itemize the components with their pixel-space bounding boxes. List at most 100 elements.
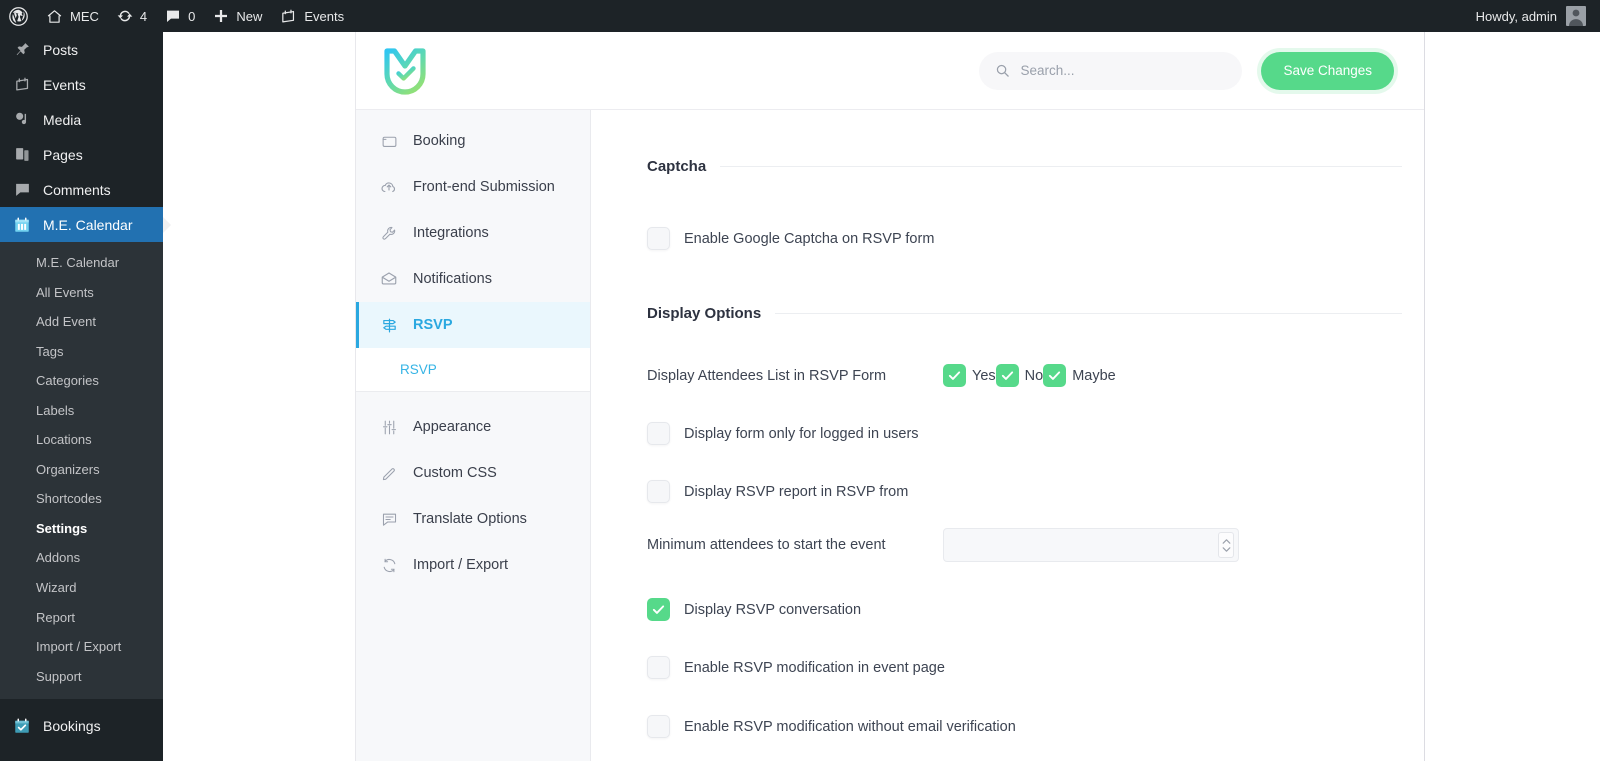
row-rsvp-modification-no-email: Enable RSVP modification without email v… <box>647 715 1402 738</box>
pages-icon <box>12 146 32 163</box>
sliders-icon <box>380 419 398 436</box>
nav-label: Booking <box>413 133 466 149</box>
events-label: Events <box>304 8 345 24</box>
comment-bubble-icon <box>165 8 181 24</box>
display-attendees-list-label: Display Attendees List in RSVP Form <box>647 367 887 384</box>
attendees-yes-label: Yes <box>972 367 996 384</box>
settings-nav-translate-options[interactable]: Translate Options <box>356 496 590 542</box>
cloud-upload-icon <box>380 178 398 196</box>
attendees-yes-checkbox[interactable] <box>943 364 966 387</box>
nav-label: Notifications <box>413 271 492 287</box>
settings-nav-booking[interactable]: Booking <box>356 118 590 164</box>
attendees-no-checkbox[interactable] <box>995 364 1019 387</box>
submenu-item-settings[interactable]: Settings <box>0 514 163 544</box>
submenu-item-add-event[interactable]: Add Event <box>0 307 163 337</box>
settings-nav-rsvp-sub[interactable]: RSVP <box>356 348 590 392</box>
rsvp-modification-no-email-checkbox[interactable] <box>647 715 670 738</box>
nav-gap <box>356 392 590 404</box>
submenu-item-locations[interactable]: Locations <box>0 425 163 455</box>
submenu-item-all-events[interactable]: All Events <box>0 278 163 308</box>
row-rsvp-modification-event-page: Enable RSVP modification in event page <box>647 656 1402 679</box>
submenu-item-mec-calendar[interactable]: M.E. Calendar <box>0 248 163 278</box>
min-attendees-field[interactable] <box>943 528 1239 562</box>
search-input[interactable] <box>1020 63 1227 78</box>
row-rsvp-report: Display RSVP report in RSVP from <box>647 480 1402 503</box>
search-box[interactable] <box>979 51 1243 90</box>
captcha-section-header: Captcha <box>647 158 1402 175</box>
mec-header: Save Changes <box>356 32 1424 110</box>
sidebar-label: Posts <box>43 41 79 58</box>
submenu-item-support[interactable]: Support <box>0 662 163 692</box>
submenu-item-addons[interactable]: Addons <box>0 543 163 573</box>
refresh-icon <box>380 557 398 574</box>
attendees-choice-maybe[interactable]: Maybe <box>1043 364 1116 387</box>
envelope-icon <box>380 270 398 288</box>
submenu-item-import-export[interactable]: Import / Export <box>0 632 163 662</box>
logged-in-only-checkbox[interactable] <box>647 422 670 445</box>
settings-nav-rsvp[interactable]: RSVP <box>356 302 590 348</box>
new-content-button[interactable]: New <box>204 0 271 32</box>
nav-label: Front-end Submission <box>413 179 555 195</box>
my-account-button[interactable]: Howdy, admin <box>1476 6 1600 26</box>
submenu-item-categories[interactable]: Categories <box>0 366 163 396</box>
search-icon <box>995 63 1010 78</box>
sidebar-item-mec-calendar[interactable]: M.E. Calendar <box>0 207 163 242</box>
section-divider <box>720 166 1402 167</box>
attendees-maybe-checkbox[interactable] <box>1043 364 1067 387</box>
settings-nav-appearance[interactable]: Appearance <box>356 404 590 450</box>
attendees-choice-no[interactable]: No <box>995 364 1043 387</box>
comment-icon <box>12 181 32 198</box>
settings-nav-integrations[interactable]: Integrations <box>356 210 590 256</box>
attendees-choice-yes[interactable]: Yes <box>943 364 996 387</box>
min-attendees-input[interactable] <box>944 529 1218 561</box>
nav-label: Integrations <box>413 225 489 241</box>
settings-nav-front-end-submission[interactable]: Front-end Submission <box>356 164 590 210</box>
wordpress-logo-button[interactable] <box>0 0 37 32</box>
submenu-item-wizard[interactable]: Wizard <box>0 573 163 603</box>
settings-nav-custom-css[interactable]: Custom CSS <box>356 450 590 496</box>
sidebar-item-comments[interactable]: Comments <box>0 172 163 207</box>
min-attendees-stepper[interactable] <box>1218 532 1234 558</box>
mec-logo-icon <box>382 45 430 97</box>
bookings-icon <box>12 717 32 735</box>
settings-nav: Booking Front-end Submission Integration… <box>356 110 591 761</box>
row-min-attendees: Minimum attendees to start the event <box>647 528 1402 562</box>
pencil-icon <box>380 465 398 482</box>
rsvp-modification-event-page-checkbox[interactable] <box>647 656 670 679</box>
save-changes-button[interactable]: Save Changes <box>1261 51 1394 90</box>
settings-nav-import-export[interactable]: Import / Export <box>356 542 590 588</box>
sidebar-item-media[interactable]: Media <box>0 102 163 137</box>
sidebar-item-posts[interactable]: Posts <box>0 32 163 67</box>
submenu-item-tags[interactable]: Tags <box>0 337 163 367</box>
submenu-item-labels[interactable]: Labels <box>0 396 163 426</box>
enable-captcha-checkbox[interactable] <box>647 227 670 250</box>
attendees-maybe-label: Maybe <box>1072 367 1116 384</box>
site-name-button[interactable]: MEC <box>37 0 108 32</box>
comments-button[interactable]: 0 <box>156 0 204 32</box>
rsvp-modification-event-page-label: Enable RSVP modification in event page <box>684 659 945 676</box>
sidebar-label: Events <box>43 76 86 93</box>
menu-separator-2 <box>0 743 163 752</box>
wallet-icon <box>380 133 398 150</box>
submenu-item-organizers[interactable]: Organizers <box>0 455 163 485</box>
min-attendees-label: Minimum attendees to start the event <box>647 537 886 553</box>
sidebar-item-bookings[interactable]: Bookings <box>0 708 163 743</box>
rsvp-report-checkbox[interactable] <box>647 480 670 503</box>
sidebar-item-appearance[interactable]: Appearance <box>0 752 163 761</box>
logged-in-only-label: Display form only for logged in users <box>684 425 919 442</box>
sidebar-item-pages[interactable]: Pages <box>0 137 163 172</box>
settings-nav-notifications[interactable]: Notifications <box>356 256 590 302</box>
submenu-item-report[interactable]: Report <box>0 603 163 633</box>
events-button[interactable]: Events <box>271 0 353 32</box>
menu-separator <box>0 699 163 708</box>
new-content-label: New <box>236 8 263 24</box>
sidebar-label: Comments <box>43 181 111 198</box>
sidebar-item-events[interactable]: Events <box>0 67 163 102</box>
events-calendar-icon <box>280 8 297 25</box>
updates-button[interactable]: 4 <box>108 0 156 32</box>
submenu-item-shortcodes[interactable]: Shortcodes <box>0 484 163 514</box>
mec-body: Booking Front-end Submission Integration… <box>356 110 1424 761</box>
pin-icon <box>12 41 32 58</box>
display-options-section-header: Display Options <box>647 305 1402 322</box>
rsvp-conversation-checkbox[interactable] <box>647 598 670 621</box>
